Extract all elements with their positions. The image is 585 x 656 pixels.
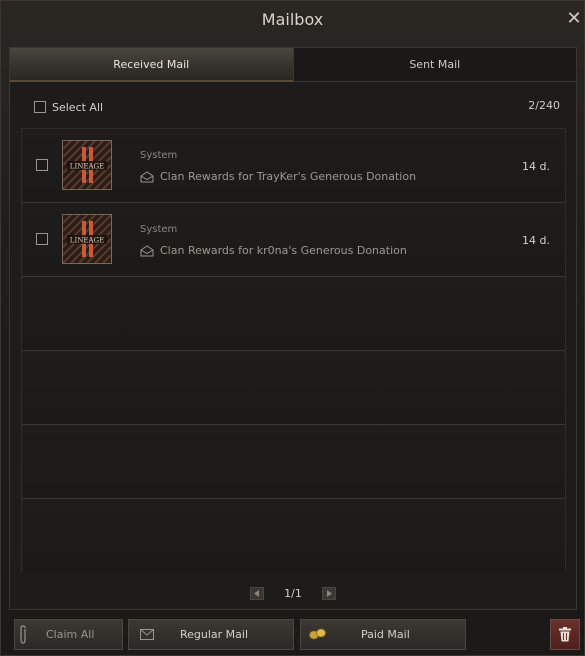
tab-received-mail[interactable]: Received Mail [10, 48, 293, 82]
mail-panel: Received Mail Sent Mail Select All 2/240 [9, 47, 577, 610]
regular-mail-button[interactable]: Regular Mail [128, 619, 294, 650]
envelope-icon [140, 629, 154, 640]
lineage-ii-logo-icon: LINEAGE [62, 214, 112, 264]
page-indicator: 1/1 [284, 586, 302, 600]
mailbox-window: Mailbox ✕ Received Mail Sent Mail Select… [0, 0, 585, 656]
mail-sender: System [140, 150, 178, 161]
empty-mail-slot [22, 425, 565, 499]
trash-icon [559, 627, 571, 642]
next-page-button[interactable] [321, 586, 336, 600]
mail-subject: Clan Rewards for TrayKer's Generous Dona… [140, 170, 416, 183]
empty-mail-slot [22, 499, 565, 573]
prev-page-button[interactable] [250, 586, 265, 600]
title-bar: Mailbox ✕ [1, 1, 584, 39]
mail-checkbox[interactable] [36, 233, 48, 245]
mail-tabs: Received Mail Sent Mail [10, 48, 576, 82]
svg-text:LINEAGE: LINEAGE [70, 237, 104, 245]
empty-mail-slot [22, 277, 565, 351]
select-all-checkbox[interactable] [34, 101, 46, 113]
chevron-left-icon [254, 589, 260, 597]
select-all-row: Select All [34, 99, 103, 115]
svg-text:LINEAGE: LINEAGE [70, 163, 104, 171]
mail-subject: Clan Rewards for kr0na's Generous Donati… [140, 244, 407, 257]
mail-subject-text: Clan Rewards for kr0na's Generous Donati… [160, 244, 407, 257]
mail-checkbox[interactable] [36, 159, 48, 171]
tab-sent-mail[interactable]: Sent Mail [292, 48, 576, 82]
mail-list: LINEAGE System Clan Rewards for TrayKer'… [21, 128, 566, 573]
close-icon[interactable]: ✕ [564, 10, 584, 30]
delete-mail-button[interactable] [550, 619, 580, 650]
mail-sender: System [140, 224, 178, 235]
pagination: 1/1 [10, 585, 576, 601]
envelope-open-icon [140, 170, 154, 182]
mail-expiry: 14 d. [522, 234, 550, 247]
select-all-label: Select All [52, 100, 104, 114]
empty-mail-slot [22, 351, 565, 425]
mail-subject-text: Clan Rewards for TrayKer's Generous Dona… [160, 170, 417, 183]
coins-icon [309, 628, 326, 640]
chevron-right-icon [326, 589, 332, 597]
window-title: Mailbox [261, 10, 324, 29]
lineage-ii-logo-icon: LINEAGE [62, 140, 112, 190]
paperclip-icon [20, 625, 26, 644]
paid-mail-button[interactable]: Paid Mail [300, 619, 466, 650]
mail-expiry: 14 d. [522, 160, 550, 173]
claim-all-label: Claim All [46, 628, 95, 641]
claim-all-button[interactable]: Claim All [14, 619, 123, 650]
paid-mail-label: Paid Mail [361, 628, 410, 641]
mail-row[interactable]: LINEAGE System Clan Rewards for kr0na's … [22, 203, 565, 277]
footer-bar: Claim All Regular Mail Paid Mail [1, 613, 584, 653]
regular-mail-label: Regular Mail [180, 628, 249, 641]
mail-count: 2/240 [528, 99, 560, 112]
mail-row[interactable]: LINEAGE System Clan Rewards for TrayKer'… [22, 129, 565, 203]
envelope-open-icon [140, 244, 154, 256]
